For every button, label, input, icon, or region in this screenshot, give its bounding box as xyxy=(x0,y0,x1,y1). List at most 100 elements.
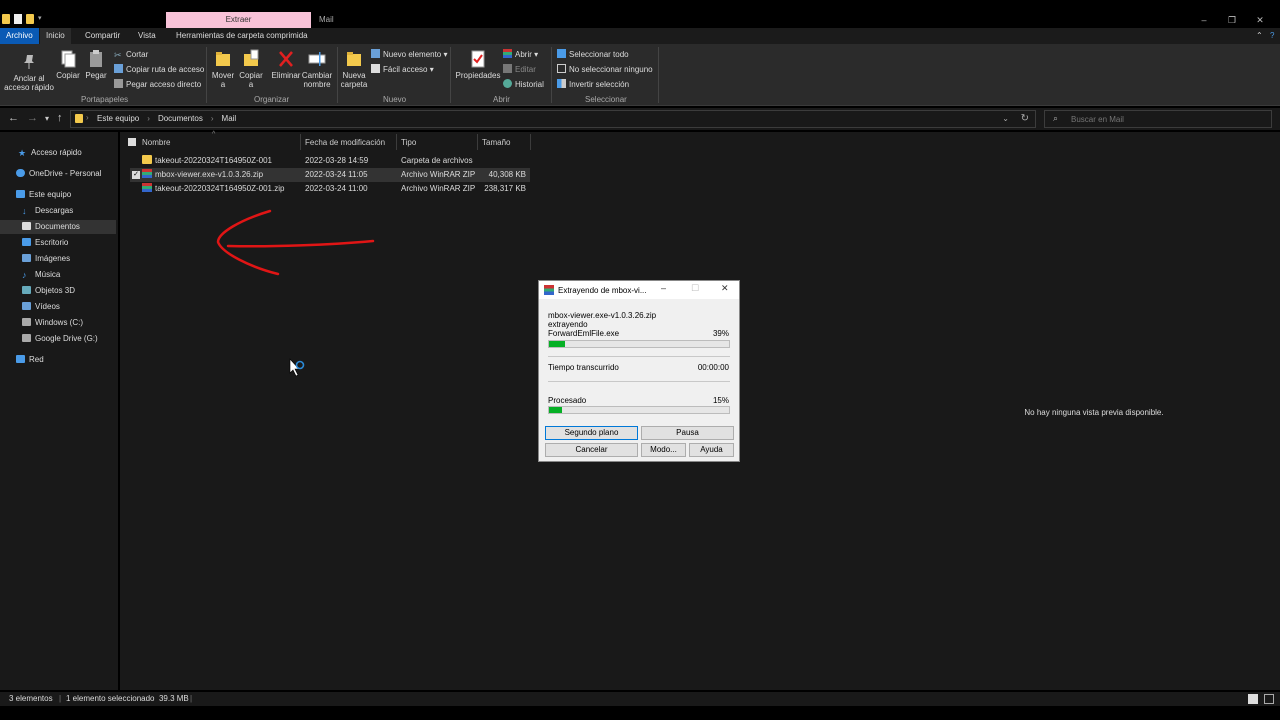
tab-archivo[interactable]: Archivo xyxy=(0,28,39,44)
chevron-right-icon: › xyxy=(86,113,89,122)
new-item-icon xyxy=(371,49,380,58)
nav-item-escritorio[interactable]: Escritorio xyxy=(22,236,68,250)
new-folder-icon xyxy=(347,52,361,66)
cut-button[interactable]: ✂ Cortar xyxy=(114,48,148,61)
invert-selection-button[interactable]: Invertir selección xyxy=(557,78,629,91)
pause-button[interactable]: Pausa xyxy=(641,426,734,440)
tab-inicio[interactable]: Inicio xyxy=(40,28,71,44)
elapsed-value: 00:00:00 xyxy=(697,363,729,372)
download-icon: ↓ xyxy=(22,206,27,216)
chevron-down-icon[interactable]: ⌄ xyxy=(1002,114,1009,123)
nav-item-descargas[interactable]: ↓ Descargas xyxy=(22,204,73,218)
maximize-button[interactable]: ❐ xyxy=(1222,12,1242,28)
search-field[interactable]: ⌕ xyxy=(1044,110,1272,128)
tab-vista[interactable]: Vista xyxy=(132,28,162,44)
move-to-button[interactable]: Mover a xyxy=(210,49,236,89)
select-none-button[interactable]: No seleccionar ninguno xyxy=(557,63,653,76)
forward-arrow-icon[interactable]: → xyxy=(27,112,38,124)
status-divider: | xyxy=(59,694,62,703)
paste-button[interactable]: Pegar xyxy=(84,49,108,80)
window-title: Mail xyxy=(319,15,334,24)
preview-pane: No hay ninguna vista previa disponible. xyxy=(908,132,1280,690)
history-button[interactable]: Historial xyxy=(503,78,544,91)
large-icons-view-icon[interactable] xyxy=(1264,694,1274,704)
column-divider[interactable] xyxy=(530,134,531,150)
nav-item-objetos-3d[interactable]: Objetos 3D xyxy=(22,284,75,298)
background-button[interactable]: Segundo plano xyxy=(545,426,638,440)
new-folder-button[interactable]: Nueva carpeta xyxy=(339,49,369,89)
select-all-button[interactable]: Seleccionar todo xyxy=(557,48,629,61)
rename-button[interactable]: Cambiar nombre xyxy=(301,49,333,89)
copy-button[interactable]: Copiar xyxy=(56,49,80,80)
invert-selection-icon xyxy=(557,79,566,88)
delete-button[interactable]: Eliminar xyxy=(270,49,302,80)
copy-to-button[interactable]: Copiar a xyxy=(238,49,264,89)
table-row[interactable]: takeout-20220324T164950Z-001 2022-03-28 … xyxy=(130,154,530,168)
open-button[interactable]: Abrir ▾ xyxy=(503,48,538,61)
group-label-seleccionar: Seleccionar xyxy=(585,95,627,104)
path-icon xyxy=(114,64,123,73)
copy-path-button[interactable]: Copiar ruta de acceso xyxy=(114,63,204,76)
easy-access-button[interactable]: Fácil acceso ▾ xyxy=(371,63,434,76)
new-folder-icon[interactable] xyxy=(26,14,34,24)
paste-shortcut-button[interactable]: Pegar acceso directo xyxy=(114,78,201,91)
history-icon xyxy=(503,79,512,88)
column-tamano[interactable]: Tamaño xyxy=(482,138,510,147)
row-checkbox[interactable]: ✓ xyxy=(132,171,140,179)
column-divider[interactable] xyxy=(396,134,397,150)
column-header: ^ Nombre Fecha de modificación Tipo Tama… xyxy=(120,131,540,152)
maximize-button: ☐ xyxy=(691,283,700,293)
close-button[interactable]: ✕ xyxy=(1250,12,1270,28)
chevron-down-icon[interactable]: ▾ xyxy=(38,14,46,24)
pin-quick-access-button[interactable]: Anclar al acceso rápido xyxy=(4,52,54,92)
back-arrow-icon[interactable]: ← xyxy=(8,112,19,124)
table-row[interactable]: ✓ mbox-viewer.exe-v1.0.3.26.zip 2022-03-… xyxy=(130,168,530,182)
breadcrumb-item[interactable]: Mail xyxy=(222,111,237,127)
minimize-button[interactable]: – xyxy=(1194,12,1214,28)
nav-item-windows-c[interactable]: Windows (C:) xyxy=(22,316,83,330)
table-row[interactable]: takeout-20220324T164950Z-001.zip 2022-03… xyxy=(130,182,530,196)
recent-locations-icon[interactable]: ▾ xyxy=(45,114,49,123)
file-type: Archivo WinRAR ZIP xyxy=(401,184,476,193)
column-nombre[interactable]: Nombre xyxy=(142,138,170,147)
refresh-icon[interactable]: ↻ xyxy=(1021,113,1029,124)
title-bar: ▾ Extraer Mail – ❐ ✕ xyxy=(0,12,1280,28)
column-divider[interactable] xyxy=(300,134,301,150)
tab-compartir[interactable]: Compartir xyxy=(79,28,126,44)
column-divider[interactable] xyxy=(477,134,478,150)
nav-item-acceso-rapido[interactable]: ★ Acceso rápido xyxy=(18,146,82,160)
column-tipo[interactable]: Tipo xyxy=(401,138,416,147)
status-divider: | xyxy=(190,694,193,703)
close-button[interactable]: ✕ xyxy=(721,283,729,294)
select-all-checkbox[interactable] xyxy=(128,138,136,146)
address-field[interactable]: › Este equipo › Documentos › Mail ⌄ ↻ xyxy=(70,110,1036,128)
file-name: mbox-viewer.exe-v1.0.3.26.zip xyxy=(142,168,263,182)
nav-item-imagenes[interactable]: Imágenes xyxy=(22,252,70,266)
nav-item-documentos[interactable]: Documentos xyxy=(0,220,116,234)
nav-item-red[interactable]: Red xyxy=(16,353,44,367)
cancel-button[interactable]: Cancelar xyxy=(545,443,638,457)
properties-icon[interactable] xyxy=(14,14,22,24)
column-fecha[interactable]: Fecha de modificación xyxy=(305,138,385,147)
mode-button[interactable]: Modo... xyxy=(641,443,686,457)
context-tab-extraer[interactable]: Extraer xyxy=(166,12,311,28)
edit-button[interactable]: Editar xyxy=(503,63,536,76)
nav-item-este-equipo[interactable]: Este equipo xyxy=(16,188,71,202)
help-button[interactable]: Ayuda xyxy=(689,443,734,457)
tab-herramientas[interactable]: Herramientas de carpeta comprimida xyxy=(170,28,314,44)
nav-item-onedrive[interactable]: OneDrive - Personal xyxy=(16,167,101,181)
help-icon[interactable]: ? xyxy=(1264,28,1280,44)
nav-item-musica[interactable]: ♪ Música xyxy=(22,268,60,282)
properties-button[interactable]: Propiedades xyxy=(455,49,501,80)
breadcrumb-item[interactable]: Este equipo xyxy=(97,111,139,127)
nav-item-videos[interactable]: Vídeos xyxy=(22,300,60,314)
address-bar: ← → ▾ ↑ › Este equipo › Documentos › Mai… xyxy=(0,108,1280,130)
breadcrumb-item[interactable]: Documentos xyxy=(158,111,203,127)
nav-item-google-drive[interactable]: Google Drive (G:) xyxy=(22,332,98,346)
up-arrow-icon[interactable]: ↑ xyxy=(57,112,63,124)
details-view-icon[interactable] xyxy=(1248,694,1258,704)
new-item-button[interactable]: Nuevo elemento ▾ xyxy=(371,48,448,61)
winrar-icon xyxy=(503,49,512,58)
minimize-button[interactable]: – xyxy=(661,283,666,293)
search-input[interactable] xyxy=(1071,113,1261,125)
